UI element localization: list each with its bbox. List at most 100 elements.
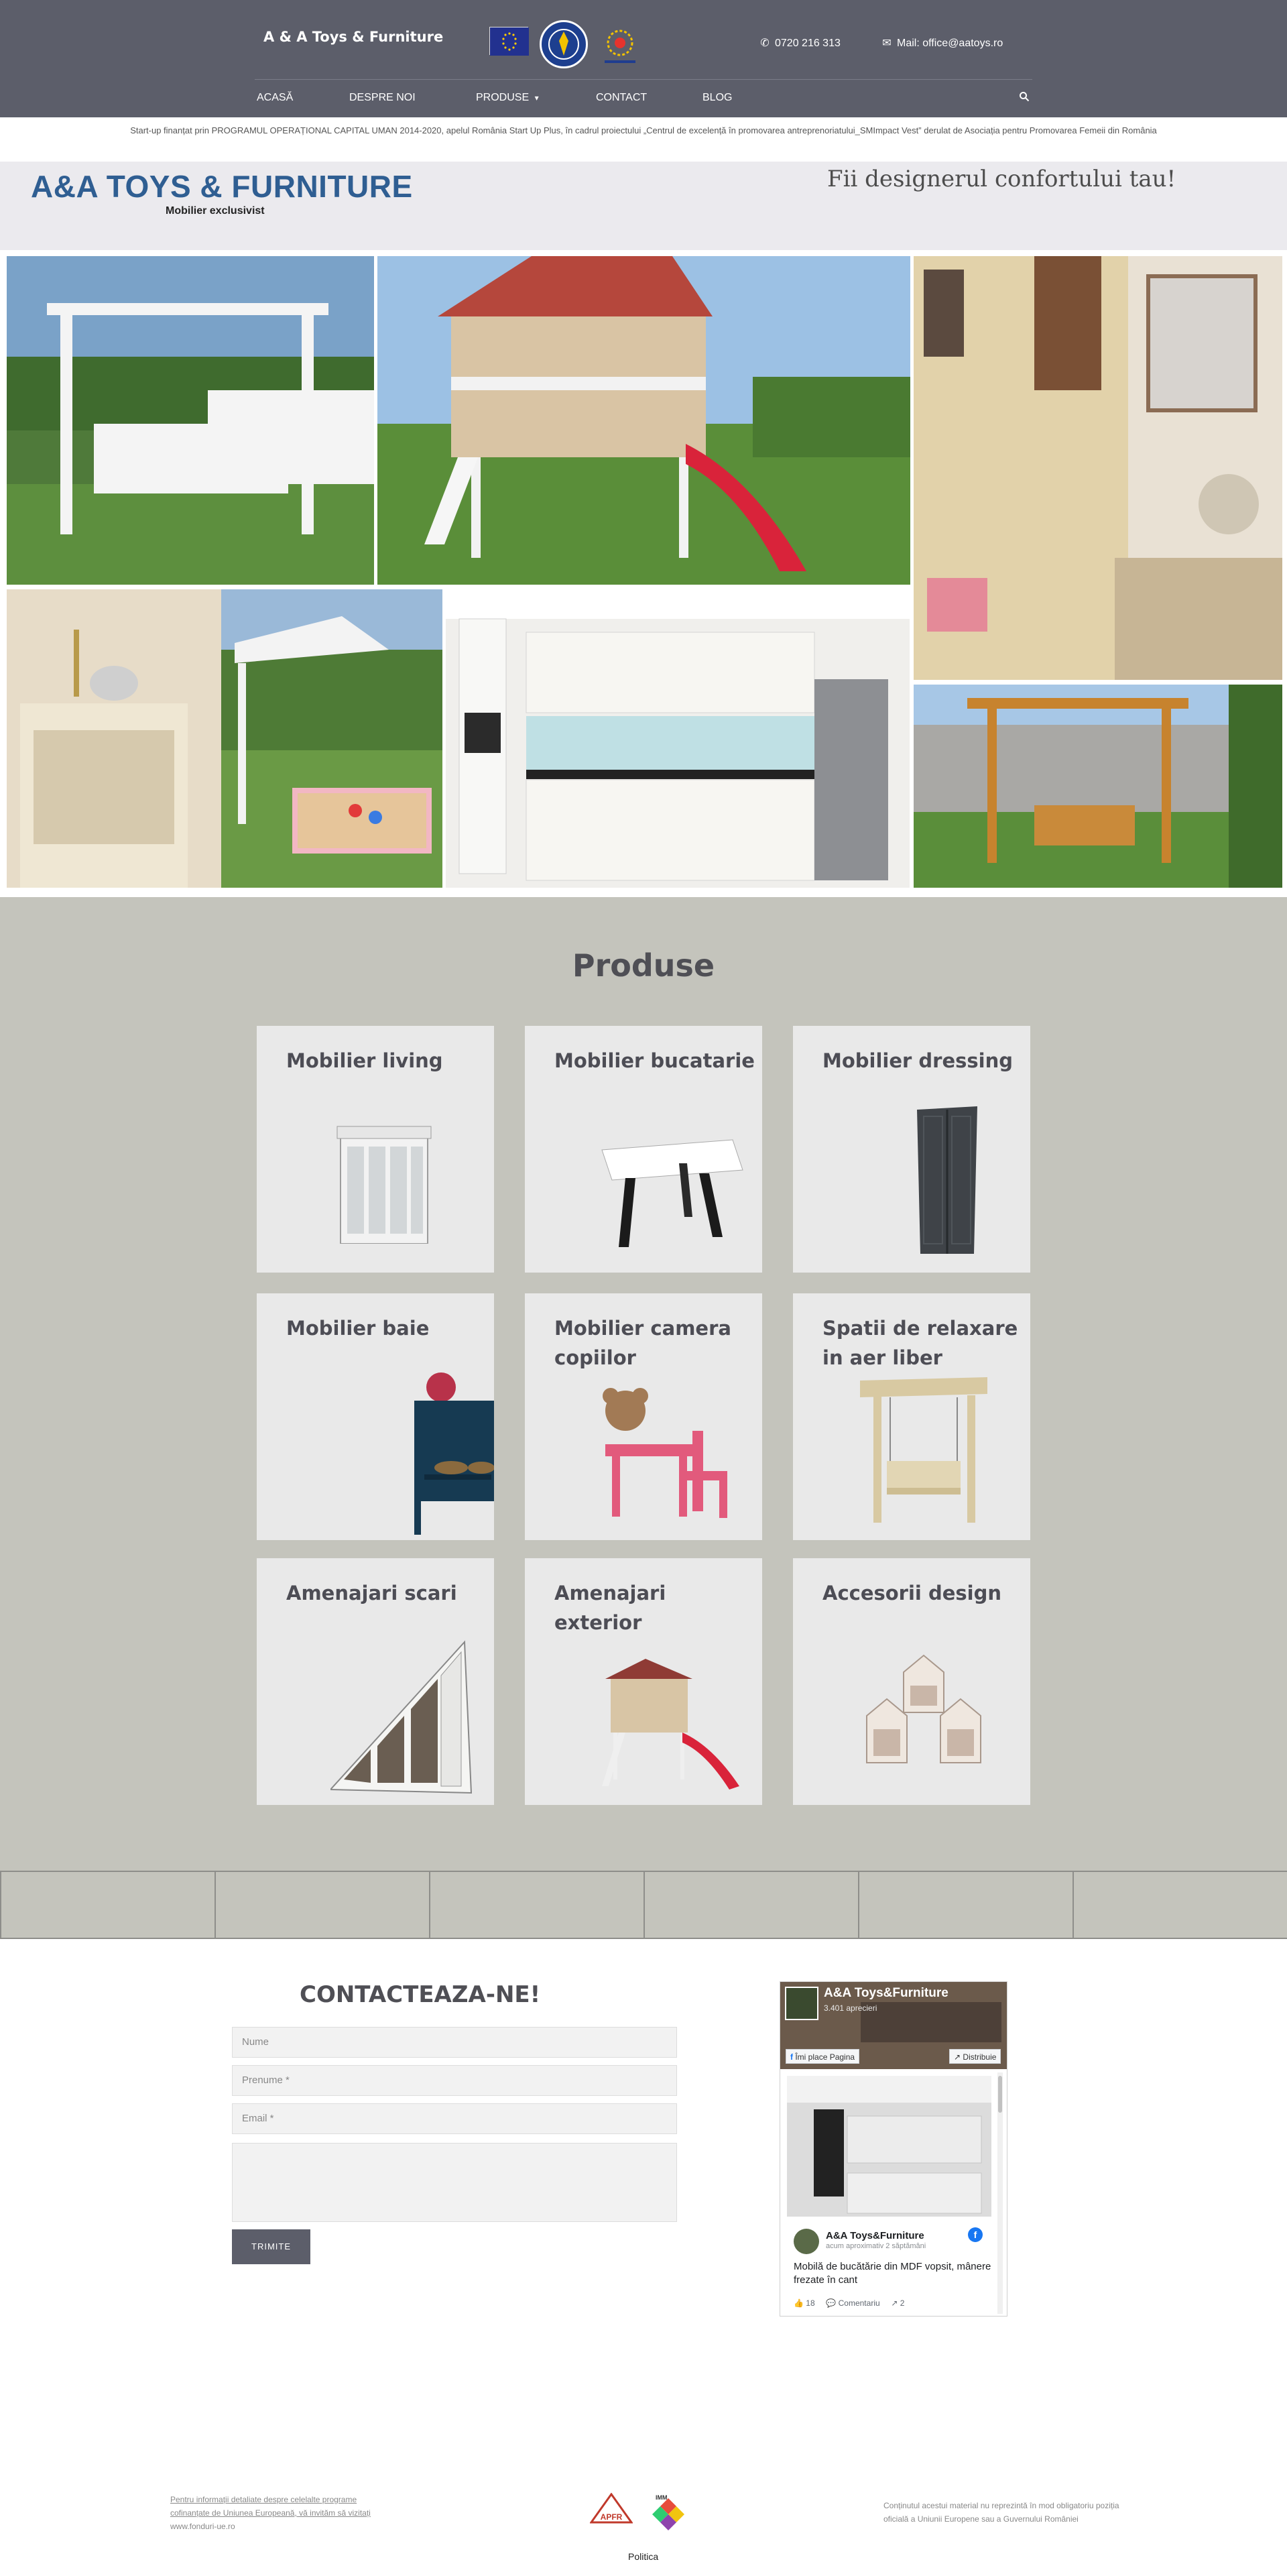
strip-cell: [0, 1872, 1, 1938]
product-card-title: Mobilier living: [286, 1049, 443, 1072]
send-button[interactable]: TRIMITE: [232, 2229, 310, 2264]
brand-title[interactable]: A & A Toys & Furniture: [263, 29, 443, 45]
nav-item-blog[interactable]: BLOG: [702, 92, 732, 104]
facebook-post-shares: 2: [900, 2298, 905, 2308]
mail-address[interactable]: office@aatoys.ro: [922, 38, 1003, 49]
nav-item-contact[interactable]: CONTACT: [596, 92, 647, 104]
contact-title: CONTACTEAZA-NE!: [300, 1981, 541, 2008]
phone-icon: ✆: [760, 38, 770, 49]
playhouse-photo: [377, 256, 910, 585]
facebook-widget-scrollbar[interactable]: [997, 2072, 1003, 2314]
facebook-post-likes: 18: [806, 2298, 815, 2308]
phone-number[interactable]: 0720 216 313: [775, 38, 841, 49]
living-cabinet-image: [336, 1126, 432, 1244]
garden-swing-product-image: [860, 1377, 987, 1523]
facebook-page-name[interactable]: A&A Toys&Furniture: [824, 1986, 948, 2001]
facebook-page-widget[interactable]: A&A Toys&Furniture 3.401 aprecieri f Îmi…: [780, 1981, 1007, 2317]
decorative-strip: [0, 1871, 1287, 1939]
facebook-share-label: Distribuie: [963, 2052, 997, 2062]
facebook-like-label: Îmi place Pagina: [795, 2052, 855, 2062]
facebook-comment-link[interactable]: Comentariu: [839, 2298, 880, 2308]
like-icon[interactable]: 👍: [794, 2298, 804, 2308]
banner-title: A&A TOYS & FURNITURE: [31, 169, 413, 204]
facebook-post-time[interactable]: acum aproximativ 2 săptămâni: [826, 2242, 926, 2250]
dressing-wardrobe-image: [917, 1106, 977, 1254]
garden-swing-photo: [7, 256, 374, 585]
product-card-living[interactable]: Mobilier living: [257, 1026, 494, 1273]
chevron-down-icon: ▾: [534, 93, 539, 103]
share-icon: ↗: [954, 2052, 961, 2062]
kitchen-photo: [446, 592, 910, 888]
message-field[interactable]: [232, 2143, 677, 2222]
footer-funding-info: Pentru informații detaliate despre celel…: [170, 2493, 398, 2533]
apfr-logo-text: APFR: [601, 2512, 623, 2522]
product-card-title: Mobilier baie: [286, 1317, 430, 1340]
nav-item-produse-label: PRODUSE: [476, 92, 530, 103]
product-card-title: Mobilier dressing: [822, 1049, 1014, 1072]
facebook-like-button[interactable]: f Îmi place Pagina: [786, 2049, 860, 2064]
dollhouse-shelves-image: [866, 1654, 981, 1763]
banner-subtitle: Mobilier exclusivist: [166, 205, 265, 217]
sandbox-photo: [221, 589, 442, 888]
product-card-baie[interactable]: Mobilier baie: [257, 1293, 494, 1540]
strip-cell: [1072, 1872, 1074, 1938]
kitchen-table-image: [601, 1139, 743, 1247]
products-title: Produse: [572, 947, 715, 984]
kids-table-chairs-image: [603, 1388, 727, 1518]
product-card-title: Spatii de relaxare in aer liber: [822, 1317, 1018, 1369]
strip-cell: [858, 1872, 859, 1938]
romanian-government-logo: [540, 20, 588, 68]
bathroom-console-image: [414, 1372, 494, 1535]
playhouse-product-image: [602, 1659, 739, 1790]
product-card-bucatarie[interactable]: Mobilier bucatarie: [525, 1026, 762, 1273]
phone-contact[interactable]: ✆ 0720 216 313: [760, 36, 841, 50]
under-stairs-storage-image: [330, 1640, 473, 1794]
share-icon[interactable]: ↗: [891, 2298, 898, 2308]
product-card-title: Amenajari scari: [286, 1582, 457, 1604]
facebook-logo-icon: f: [968, 2227, 983, 2242]
product-card-title: Mobilier bucatarie: [554, 1049, 755, 1072]
top-header: A & A Toys & Furniture ✆ 0720 216 313 ✉ Ma…: [0, 0, 1287, 117]
radiator-cover-photo: [7, 589, 221, 888]
email-field[interactable]: Email *: [232, 2103, 677, 2134]
product-card-amenajari-exterior[interactable]: Amenajari exterior: [525, 1558, 762, 1805]
product-card-amenajari-scari[interactable]: Amenajari scari: [257, 1558, 494, 1805]
nav-item-despre-noi[interactable]: DESPRE NOI: [349, 92, 416, 104]
product-card-camera-copiilor[interactable]: Mobilier camera copiilor: [525, 1293, 762, 1540]
apfr-logo[interactable]: APFR: [589, 2492, 633, 2525]
footer-url[interactable]: www.fonduri-ue.ro: [170, 2522, 235, 2531]
facebook-post-actions: 👍 18 💬 Comentariu ↗ 2: [794, 2298, 904, 2308]
products-section: Produse Mobilier living Mobilier bucatar…: [0, 897, 1287, 1871]
strip-cell: [644, 1872, 645, 1938]
pocu-logo: [597, 23, 644, 70]
facebook-post-image[interactable]: [787, 2076, 991, 2217]
product-card-title: Mobilier camera copiilor: [554, 1317, 731, 1369]
photo-gallery: [0, 250, 1287, 897]
search-icon[interactable]: [1019, 91, 1030, 105]
footer-disclaimer: Conținutul acestui material nu reprezint…: [883, 2501, 1119, 2524]
imm-logo[interactable]: IMM: [649, 2493, 688, 2532]
product-card-dressing[interactable]: Mobilier dressing: [793, 1026, 1030, 1273]
facebook-icon: f: [790, 2052, 793, 2062]
imm-logo-text: IMM: [656, 2494, 668, 2501]
comment-icon[interactable]: 💬: [826, 2298, 836, 2308]
name-field[interactable]: Nume: [232, 2027, 677, 2058]
product-card-spatii-relaxare[interactable]: Spatii de relaxare in aer liber: [793, 1293, 1030, 1540]
policy-link[interactable]: Politica: [628, 2551, 658, 2562]
facebook-post-author[interactable]: A&A Toys&Furniture: [826, 2230, 924, 2241]
nav-item-produse[interactable]: PRODUSE ▾: [476, 92, 539, 104]
surname-field[interactable]: Prenume *: [232, 2065, 677, 2096]
mail-icon: ✉: [882, 38, 892, 49]
mail-label: Mail: [897, 38, 917, 49]
facebook-share-button[interactable]: ↗ Distribuie: [949, 2049, 1001, 2064]
funding-announcement: Start-up finanțat prin PROGRAMUL OPERAȚI…: [0, 117, 1287, 162]
mail-contact[interactable]: ✉ Mail: office@aatoys.ro: [882, 36, 1003, 50]
wooden-arbor-photo: [914, 685, 1282, 888]
footer-left-text[interactable]: Pentru informații detaliate despre celel…: [170, 2495, 371, 2518]
scrollbar-thumb[interactable]: [998, 2076, 1002, 2113]
product-card-accesorii-design[interactable]: Accesorii design: [793, 1558, 1030, 1805]
facebook-post-avatar[interactable]: [794, 2229, 819, 2254]
nav-item-acasa[interactable]: ACASĂ: [257, 92, 293, 104]
strip-cell: [429, 1872, 430, 1938]
dollhouse-photo: [914, 256, 1282, 680]
